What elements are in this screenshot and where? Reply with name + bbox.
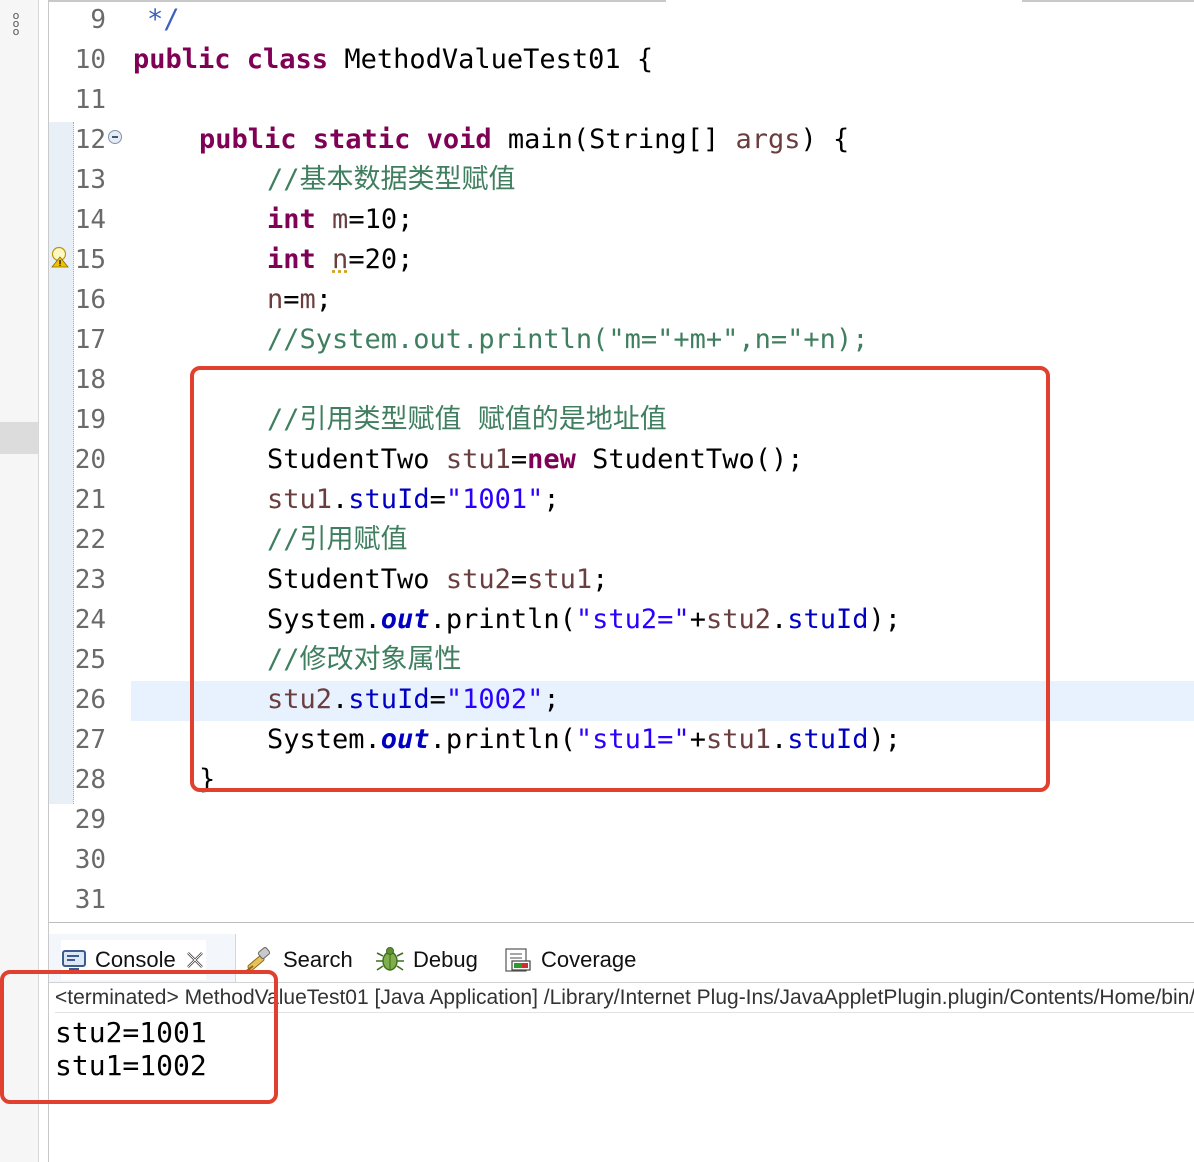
line-number: 18 (74, 365, 106, 395)
console-icon (62, 950, 86, 970)
line-number: 17 (74, 325, 106, 355)
assignment: =10; (348, 204, 414, 235)
keyword: public static void (199, 124, 492, 155)
variable: m (299, 284, 316, 315)
class-declaration: MethodValueTest01 { (328, 44, 654, 75)
close-icon[interactable] (184, 949, 206, 971)
parameter: args (735, 124, 801, 155)
warning-lightbulb-icon[interactable] (51, 246, 69, 268)
line-number: 9 (90, 5, 106, 35)
line-number: 27 (74, 725, 106, 755)
tab-coverage-label: Coverage (541, 947, 637, 972)
line-number: 12 (74, 125, 106, 155)
assignment: =20; (348, 244, 414, 275)
comment: //基本数据类型赋值 (267, 164, 516, 195)
line-number: 13 (74, 165, 106, 195)
javadoc-end: */ (147, 4, 180, 35)
tab-border (49, 0, 666, 2)
code-line-13: //基本数据类型赋值 (267, 160, 516, 200)
more-icon[interactable]: ooo (9, 10, 23, 37)
debug-icon (376, 947, 404, 971)
operator: = (283, 284, 300, 315)
code-line-17: //System.out.println("m="+m+",n="+n); (267, 320, 868, 360)
tab-border (1022, 0, 1194, 2)
variable: m (332, 204, 349, 235)
line-number: 19 (74, 405, 106, 435)
keyword: int (267, 204, 316, 235)
line-number: 24 (74, 605, 106, 635)
annotation-box-code (190, 366, 1050, 792)
coverage-icon (505, 948, 531, 972)
line-number: 26 (74, 685, 106, 715)
code-line-9: */ (147, 0, 180, 40)
keyword: int (267, 244, 316, 275)
line-number: 28 (74, 765, 106, 795)
line-number: 31 (74, 885, 106, 915)
line-number: 25 (74, 645, 106, 675)
tab-search-label: Search (283, 947, 353, 972)
code-line-14: int m=10; (267, 200, 413, 240)
tab-coverage[interactable]: Coverage (503, 940, 636, 980)
line-number: 20 (74, 445, 106, 475)
fold-collapse-icon[interactable] (108, 130, 122, 144)
tab-debug[interactable]: Debug (375, 940, 478, 980)
code-line-12: public static void main(String[] args) { (199, 120, 849, 160)
code-line-10: public class MethodValueTest01 { (133, 40, 653, 80)
comment: //System.out.println("m="+m+",n="+n); (267, 324, 869, 355)
line-number: 29 (74, 805, 106, 835)
line-number: 30 (74, 845, 106, 875)
semicolon: ; (315, 284, 333, 315)
tab-debug-label: Debug (413, 947, 478, 972)
line-number: 11 (74, 85, 106, 115)
line-number: 21 (74, 485, 106, 515)
side-selection-marker (0, 422, 38, 454)
brace: ) { (800, 124, 850, 155)
code-line-15: int n=20; (267, 240, 413, 280)
method-signature: main(String[] (491, 124, 736, 155)
line-number: 10 (74, 45, 106, 75)
line-number: 22 (74, 525, 106, 555)
variable: n (267, 284, 284, 315)
line-number: 14 (74, 205, 106, 235)
line-number: 16 (74, 285, 106, 315)
annotation-box-output (0, 970, 278, 1104)
line-number: 23 (74, 565, 106, 595)
code-line-16: n=m; (267, 280, 332, 320)
keyword: public class (133, 44, 329, 75)
variable-warning: n (332, 244, 349, 275)
